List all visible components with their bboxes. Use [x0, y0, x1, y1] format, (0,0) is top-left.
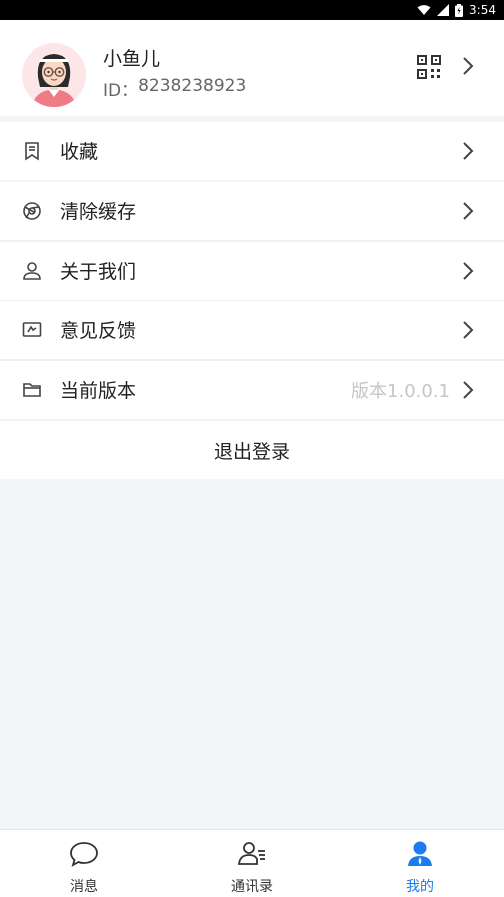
profile-id-label: ID：: [103, 81, 139, 101]
chevron-right-icon: [462, 201, 474, 225]
chevron-right-icon: [462, 320, 474, 344]
menu-label-favorites: 收藏: [60, 141, 99, 163]
tab-mine[interactable]: 我的: [336, 830, 504, 897]
chevron-right-icon: [462, 141, 474, 165]
menu-item-about-us[interactable]: 关于我们: [0, 242, 504, 302]
chat-bubble-icon: [69, 840, 99, 868]
tab-label-contacts: 通讯录: [231, 879, 273, 895]
profile-id-value: 8238238923: [138, 76, 247, 96]
signal-icon: [437, 4, 450, 16]
profile-id: ID： 8238238923: [103, 76, 246, 101]
logout-button[interactable]: 退出登录: [0, 421, 504, 479]
user-icon: [405, 840, 435, 868]
menu-item-feedback[interactable]: 意见反馈: [0, 301, 504, 361]
menu-label-clear-cache: 清除缓存: [60, 201, 137, 223]
battery-icon: [455, 3, 464, 17]
menu-label-version: 当前版本: [60, 380, 137, 402]
status-time: 3:54: [469, 3, 496, 17]
bottom-tab-bar: 消息 通讯录 我的: [0, 829, 504, 897]
tab-messages[interactable]: 消息: [0, 830, 168, 897]
bookmark-icon: [22, 141, 42, 161]
chevron-right-icon: [462, 56, 474, 80]
menu-label-about-us: 关于我们: [60, 261, 137, 283]
chevron-right-icon: [462, 380, 474, 404]
menu-item-version[interactable]: 当前版本 版本1.0.0.1: [0, 361, 504, 421]
wifi-icon: [417, 4, 431, 16]
version-value: 版本1.0.0.1: [351, 381, 450, 402]
cache-icon: [22, 201, 42, 221]
person-icon: [22, 261, 42, 281]
menu-item-clear-cache[interactable]: 清除缓存: [0, 182, 504, 242]
tab-contacts[interactable]: 通讯录: [168, 830, 336, 897]
tab-label-mine: 我的: [406, 879, 434, 895]
chevron-right-icon: [462, 261, 474, 285]
menu-label-feedback: 意见反馈: [60, 320, 137, 342]
contacts-icon: [237, 840, 267, 868]
menu-item-favorites[interactable]: 收藏: [0, 122, 504, 180]
profile-card[interactable]: 小鱼儿 ID： 8238238923: [0, 20, 504, 116]
qr-code-icon[interactable]: [416, 54, 442, 80]
status-bar: 3:54: [0, 0, 504, 20]
profile-name: 小鱼儿: [103, 48, 161, 70]
tab-label-messages: 消息: [70, 879, 98, 895]
avatar[interactable]: [22, 43, 86, 107]
logout-label: 退出登录: [213, 440, 290, 463]
feedback-icon: [22, 320, 42, 340]
folder-icon: [22, 380, 42, 400]
